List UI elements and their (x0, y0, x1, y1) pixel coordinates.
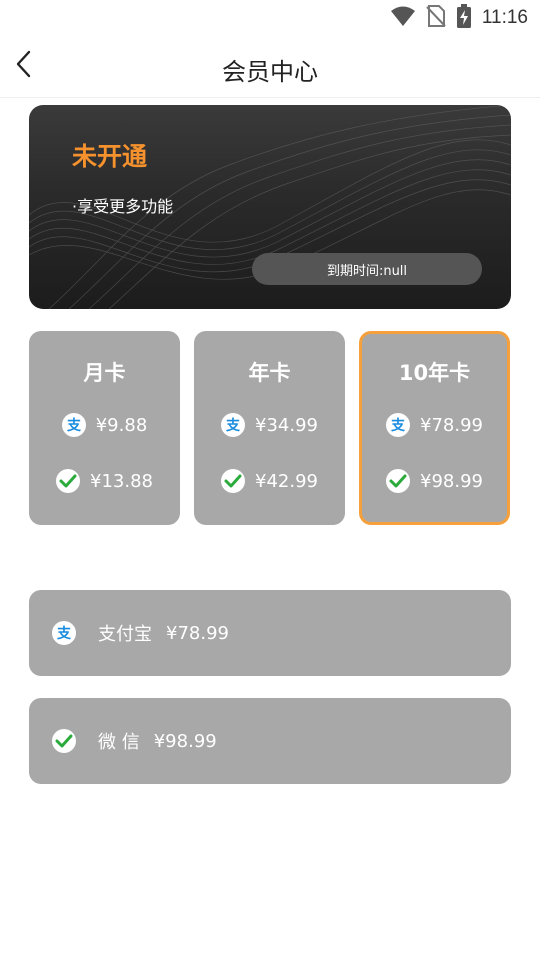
alipay-price: ¥9.88 (95, 414, 148, 436)
wechat-icon (221, 469, 245, 493)
alipay-price: ¥78.99 (420, 414, 483, 436)
plan-name: 月卡 (83, 361, 126, 385)
alipay-icon: 支 (221, 413, 245, 437)
plan-wechat-price-row: ¥98.99 (362, 469, 507, 493)
status-icons: 11:16 (390, 4, 528, 32)
plan-wechat-price-row: ¥13.88 (29, 469, 180, 493)
wechat-pay-button[interactable]: 微 信 ¥98.99 (29, 698, 511, 784)
alipay-icon: 支 (386, 413, 410, 437)
alipay-icon: 支 (52, 621, 76, 645)
plan-alipay-price-row: 支 ¥78.99 (362, 413, 507, 437)
payment-method-label: 支付宝 (98, 624, 152, 645)
battery-charging-icon (456, 4, 472, 32)
member-status-card: 未开通 ·享受更多功能 到期时间:null (29, 105, 511, 309)
svg-text:支: 支 (225, 417, 241, 434)
no-sim-icon (426, 4, 446, 32)
alipay-icon: 支 (61, 413, 86, 437)
alipay-pay-button[interactable]: 支 支付宝 ¥78.99 (29, 590, 511, 676)
app-bar: 会员中心 (0, 36, 540, 98)
plan-name: 年卡 (248, 361, 291, 385)
plan-alipay-price-row: 支 ¥34.99 (194, 413, 345, 437)
wechat-price: ¥13.88 (90, 470, 153, 492)
clock-time: 11:16 (481, 7, 528, 28)
membership-description: ·享受更多功能 (72, 197, 174, 216)
status-bar: 11:16 (0, 0, 540, 36)
wechat-price: ¥42.99 (255, 470, 318, 492)
wifi-icon (390, 5, 416, 31)
expiry-badge: 到期时间:null (252, 253, 482, 285)
plan-alipay-price-row: 支 ¥9.88 (29, 413, 180, 437)
wechat-icon (386, 469, 410, 493)
payment-method-label: 微 信 (98, 732, 140, 753)
plan-options: 月卡 支 ¥9.88 ¥13.88 年卡 支 ¥34.99 ¥42.99 10年… (29, 331, 511, 525)
plan-card-yearly[interactable]: 年卡 支 ¥34.99 ¥42.99 (194, 331, 345, 525)
svg-text:支: 支 (390, 417, 406, 434)
plan-wechat-price-row: ¥42.99 (194, 469, 345, 493)
wechat-price: ¥98.99 (420, 470, 483, 492)
plan-card-ten-year[interactable]: 10年卡 支 ¥78.99 ¥98.99 (359, 331, 510, 525)
wechat-icon (56, 469, 80, 493)
svg-text:支: 支 (66, 417, 82, 434)
payment-price: ¥98.99 (153, 730, 217, 752)
alipay-price: ¥34.99 (255, 414, 318, 436)
svg-text:支: 支 (56, 625, 72, 642)
payment-price: ¥78.99 (166, 622, 229, 644)
plan-card-monthly[interactable]: 月卡 支 ¥9.88 ¥13.88 (29, 331, 180, 525)
wechat-icon (52, 729, 76, 753)
membership-status: 未开通 (72, 142, 148, 171)
plan-name: 10年卡 (398, 361, 471, 385)
page-title: 会员中心 (222, 58, 318, 86)
